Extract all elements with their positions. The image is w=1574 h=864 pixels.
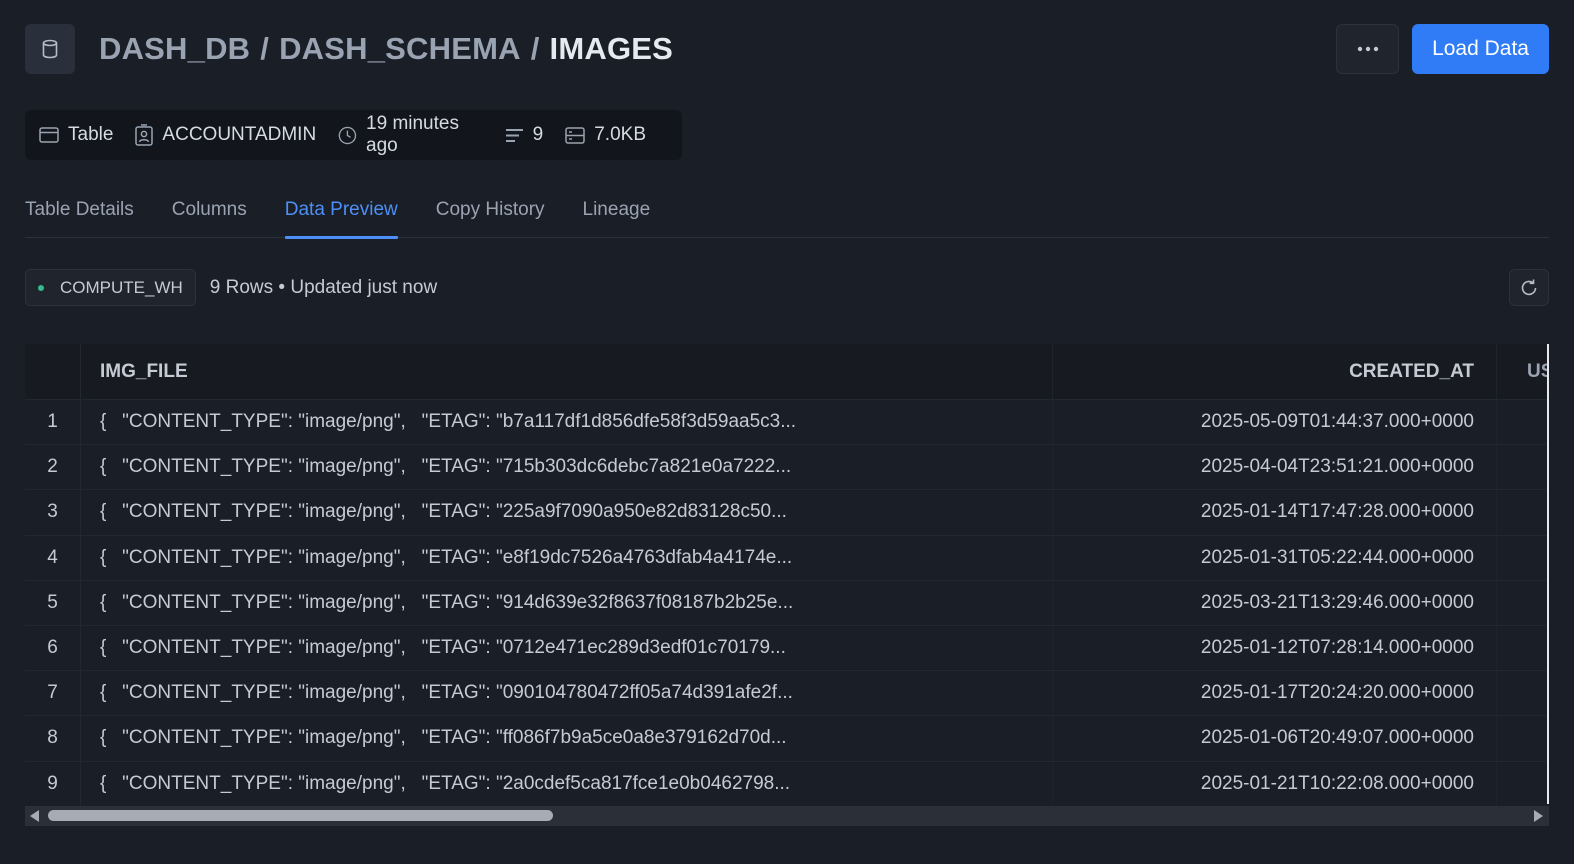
column-header-img-file[interactable]: IMG_FILE bbox=[81, 344, 1053, 399]
page-header: DASH_DB / DASH_SCHEMA / IMAGES Load Data bbox=[25, 23, 1549, 75]
refresh-icon bbox=[1521, 279, 1537, 295]
table-row[interactable]: 8 { "CONTENT_TYPE": "image/png", "ETAG":… bbox=[25, 716, 1549, 762]
breadcrumb-schema[interactable]: DASH_SCHEMA bbox=[279, 31, 521, 67]
horizontal-scrollbar[interactable] bbox=[25, 806, 1549, 826]
object-meta-bar: Table ACCOUNTADMIN 19 minutes ago 9 7.0K… bbox=[25, 110, 682, 160]
cell-truncated[interactable] bbox=[1497, 762, 1549, 806]
table-row[interactable]: 3 { "CONTENT_TYPE": "image/png", "ETAG":… bbox=[25, 490, 1549, 536]
meta-size-label: 7.0KB bbox=[594, 124, 646, 145]
cell-img-file[interactable]: { "CONTENT_TYPE": "image/png", "ETAG": "… bbox=[81, 761, 1053, 806]
cell-truncated[interactable] bbox=[1497, 581, 1549, 625]
cell-truncated[interactable] bbox=[1497, 536, 1549, 580]
meta-modified: 19 minutes ago bbox=[338, 113, 482, 157]
more-horizontal-icon bbox=[1357, 46, 1378, 52]
meta-type: Table bbox=[39, 124, 113, 146]
scroll-right-arrow-icon[interactable] bbox=[1534, 810, 1543, 822]
warehouse-name: COMPUTE_WH bbox=[60, 277, 183, 297]
cell-created-at[interactable]: 2025-03-21T13:29:46.000+0000 bbox=[1053, 580, 1497, 625]
cell-img-file[interactable]: { "CONTENT_TYPE": "image/png", "ETAG": "… bbox=[81, 625, 1053, 671]
cell-truncated[interactable] bbox=[1497, 490, 1549, 534]
rows-icon bbox=[505, 128, 523, 142]
cell-created-at[interactable]: 2025-01-14T17:47:28.000+0000 bbox=[1053, 490, 1497, 535]
meta-rows-label: 9 bbox=[532, 124, 544, 145]
column-header-truncated[interactable]: US bbox=[1497, 344, 1549, 399]
table-header-row: IMG_FILE CREATED_AT US bbox=[25, 344, 1549, 400]
breadcrumb-database[interactable]: DASH_DB bbox=[99, 31, 250, 67]
cell-created-at[interactable]: 2025-01-21T10:22:08.000+0000 bbox=[1053, 761, 1497, 806]
row-index: 8 bbox=[25, 716, 81, 761]
table-row[interactable]: 6 { "CONTENT_TYPE": "image/png", "ETAG":… bbox=[25, 625, 1549, 672]
meta-rows: 9 bbox=[505, 124, 544, 146]
table-row[interactable]: 4 { "CONTENT_TYPE": "image/png", "ETAG":… bbox=[25, 535, 1549, 581]
table-row[interactable]: 2 { "CONTENT_TYPE": "image/png", "ETAG":… bbox=[25, 445, 1549, 491]
cell-img-file[interactable]: { "CONTENT_TYPE": "image/png", "ETAG": "… bbox=[81, 716, 1053, 761]
meta-owner-label: ACCOUNTADMIN bbox=[162, 124, 317, 145]
cell-truncated[interactable] bbox=[1497, 400, 1549, 444]
table-row[interactable]: 9 { "CONTENT_TYPE": "image/png", "ETAG":… bbox=[25, 761, 1549, 807]
cell-created-at[interactable]: 2025-05-09T01:44:37.000+0000 bbox=[1053, 400, 1497, 445]
breadcrumb-separator: / bbox=[260, 31, 270, 66]
breadcrumb-separator: / bbox=[530, 31, 540, 66]
row-count-status: 9 Rows • Updated just now bbox=[209, 276, 438, 298]
tab-data-preview[interactable]: Data Preview bbox=[284, 185, 398, 239]
storage-icon bbox=[565, 126, 585, 144]
data-preview-table: IMG_FILE CREATED_AT US 1 { "CONTENT_TYPE… bbox=[25, 344, 1549, 826]
table-row[interactable]: 1 { "CONTENT_TYPE": "image/png", "ETAG":… bbox=[25, 400, 1549, 446]
page-title: IMAGES bbox=[549, 31, 674, 66]
row-index: 3 bbox=[25, 490, 81, 535]
load-data-button[interactable]: Load Data bbox=[1412, 24, 1549, 74]
row-index: 6 bbox=[25, 625, 81, 671]
row-index: 7 bbox=[25, 671, 81, 716]
user-badge-icon bbox=[135, 124, 154, 146]
row-index-header bbox=[25, 344, 81, 399]
cell-created-at[interactable]: 2025-04-04T23:51:21.000+0000 bbox=[1053, 445, 1497, 490]
tab-columns[interactable]: Columns bbox=[172, 185, 247, 238]
clock-icon bbox=[338, 126, 357, 144]
vertical-edge bbox=[1547, 344, 1549, 804]
tab-bar: Table Details Columns Data Preview Copy … bbox=[25, 185, 1549, 239]
preview-status-row: COMPUTE_WH 9 Rows • Updated just now bbox=[25, 269, 1549, 306]
cell-img-file[interactable]: { "CONTENT_TYPE": "image/png", "ETAG": "… bbox=[81, 400, 1053, 445]
scrollbar-thumb[interactable] bbox=[48, 810, 553, 821]
more-options-button[interactable] bbox=[1336, 24, 1400, 74]
breadcrumb: DASH_DB / DASH_SCHEMA / IMAGES bbox=[99, 31, 673, 67]
cell-img-file[interactable]: { "CONTENT_TYPE": "image/png", "ETAG": "… bbox=[81, 580, 1053, 625]
cell-img-file[interactable]: { "CONTENT_TYPE": "image/png", "ETAG": "… bbox=[81, 445, 1053, 490]
column-header-created-at[interactable]: CREATED_AT bbox=[1053, 344, 1497, 399]
meta-owner: ACCOUNTADMIN bbox=[135, 124, 316, 146]
cell-truncated[interactable] bbox=[1497, 671, 1549, 715]
cell-img-file[interactable]: { "CONTENT_TYPE": "image/png", "ETAG": "… bbox=[81, 490, 1053, 535]
row-index: 2 bbox=[25, 445, 81, 490]
cell-truncated[interactable] bbox=[1497, 716, 1549, 760]
meta-type-label: Table bbox=[68, 124, 114, 145]
cell-created-at[interactable]: 2025-01-31T05:22:44.000+0000 bbox=[1053, 535, 1497, 580]
row-index: 1 bbox=[25, 400, 81, 445]
row-index: 9 bbox=[25, 761, 81, 806]
cell-truncated[interactable] bbox=[1497, 626, 1549, 670]
table-row[interactable]: 5 { "CONTENT_TYPE": "image/png", "ETAG":… bbox=[25, 580, 1549, 626]
warehouse-status-dot bbox=[38, 284, 44, 291]
table-icon bbox=[39, 127, 59, 143]
tab-table-details[interactable]: Table Details bbox=[25, 185, 134, 238]
row-index: 4 bbox=[25, 535, 81, 580]
table-row[interactable]: 7 { "CONTENT_TYPE": "image/png", "ETAG":… bbox=[25, 671, 1549, 717]
scroll-left-arrow-icon[interactable] bbox=[30, 810, 39, 822]
cell-created-at[interactable]: 2025-01-17T20:24:20.000+0000 bbox=[1053, 671, 1497, 716]
cell-created-at[interactable]: 2025-01-12T07:28:14.000+0000 bbox=[1053, 625, 1497, 671]
cell-img-file[interactable]: { "CONTENT_TYPE": "image/png", "ETAG": "… bbox=[81, 535, 1053, 580]
tab-copy-history[interactable]: Copy History bbox=[436, 185, 545, 238]
meta-size: 7.0KB bbox=[565, 124, 646, 146]
cell-created-at[interactable]: 2025-01-06T20:49:07.000+0000 bbox=[1053, 716, 1497, 761]
row-index: 5 bbox=[25, 580, 81, 625]
database-icon bbox=[25, 24, 75, 74]
refresh-button[interactable] bbox=[1509, 269, 1549, 306]
warehouse-selector[interactable]: COMPUTE_WH bbox=[25, 269, 196, 306]
meta-modified-label: 19 minutes ago bbox=[366, 113, 459, 156]
cell-truncated[interactable] bbox=[1497, 445, 1549, 489]
cell-img-file[interactable]: { "CONTENT_TYPE": "image/png", "ETAG": "… bbox=[81, 671, 1053, 716]
tab-lineage[interactable]: Lineage bbox=[583, 185, 651, 238]
